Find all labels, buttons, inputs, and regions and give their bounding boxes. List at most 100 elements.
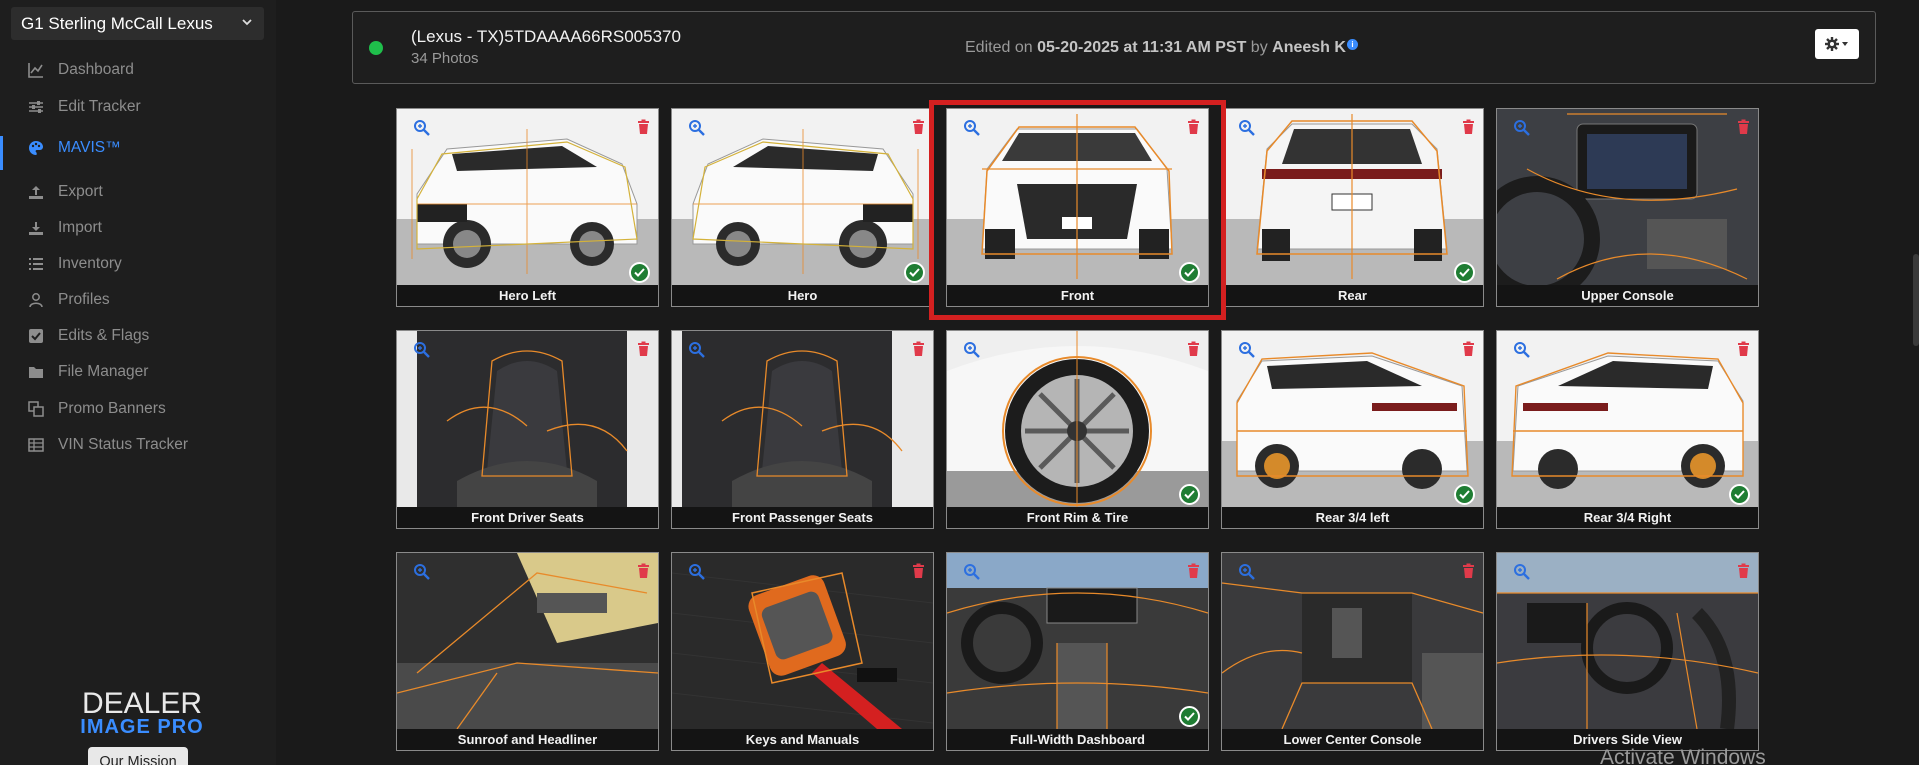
sidebar-item-label: Dashboard [58,61,134,78]
photo-thumbnail[interactable] [672,109,933,285]
photo-tile[interactable]: Sunroof and Headliner [396,552,659,751]
dealer-select-label: G1 Sterling McCall Lexus [21,13,213,33]
photo-tile[interactable]: Lower Center Console [1221,552,1484,751]
scrollbar[interactable] [1913,254,1919,346]
zoom-icon[interactable] [413,119,431,137]
zoom-icon[interactable] [688,563,706,581]
zoom-icon[interactable] [413,563,431,581]
photo-tile[interactable]: Drivers Side View [1496,552,1759,751]
sidebar-item-edit-tracker[interactable]: Edit Tracker [0,91,276,123]
chevron-down-icon [242,19,252,26]
photo-thumbnail[interactable] [672,331,933,507]
photo-tile[interactable]: Front Passenger Seats [671,330,934,529]
selected-tile-highlight [929,100,1226,320]
trash-icon[interactable] [1462,341,1475,356]
photo-label: Hero [672,285,933,306]
photo-thumbnail[interactable] [1222,109,1483,285]
trash-icon[interactable] [1462,563,1475,578]
trash-icon[interactable] [912,119,925,134]
info-icon[interactable]: i [1346,39,1358,50]
photo-tile[interactable]: Front Rim & Tire [946,330,1209,529]
photo-tile[interactable]: Rear 3/4 Right [1496,330,1759,529]
photo-thumbnail[interactable] [1497,331,1758,507]
status-dot [369,41,383,55]
approved-check-icon [1729,484,1750,505]
sidebar-item-import[interactable]: Import [0,212,276,244]
photo-thumbnail[interactable] [1222,331,1483,507]
photo-tile[interactable]: Rear [1221,108,1484,307]
folder-icon [28,364,44,380]
app-root: G1 Sterling McCall Lexus Dashboard Edit … [0,0,1919,765]
zoom-icon[interactable] [1513,119,1531,137]
banners-icon [28,401,44,417]
zoom-icon[interactable] [688,341,706,359]
sidebar-item-label: Import [58,219,102,236]
palette-icon [28,140,44,156]
photo-tile[interactable]: Keys and Manuals [671,552,934,751]
sidebar-item-promo-banners[interactable]: Promo Banners [0,393,276,425]
sidebar-item-label: Inventory [58,255,122,272]
zoom-icon[interactable] [963,563,981,581]
sidebar-item-edits-flags[interactable]: Edits & Flags [0,320,276,352]
sidebar-item-mavis[interactable]: MAVIS™ [0,132,276,170]
zoom-icon[interactable] [1513,341,1531,359]
sidebar-item-label: MAVIS™ [58,139,121,156]
trash-icon[interactable] [1737,563,1750,578]
photo-label: Full-Width Dashboard [947,729,1208,750]
trash-icon[interactable] [637,563,650,578]
photo-thumbnail[interactable] [1497,553,1758,729]
photo-thumbnail[interactable] [947,331,1208,507]
photo-label: Rear 3/4 left [1222,507,1483,528]
trash-icon[interactable] [1187,341,1200,356]
table-icon [28,437,44,453]
trash-icon[interactable] [1737,341,1750,356]
zoom-icon[interactable] [1238,563,1256,581]
photo-tile[interactable]: Front Driver Seats [396,330,659,529]
sidebar-item-profiles[interactable]: Profiles [0,284,276,316]
sidebar-item-export[interactable]: Export [0,176,276,208]
settings-dropdown-button[interactable] [1815,29,1859,59]
photo-label: Front Driver Seats [397,507,658,528]
trash-icon[interactable] [912,341,925,356]
list-icon [28,256,44,272]
sidebar-item-dashboard[interactable]: Dashboard [0,54,276,86]
photo-tile[interactable]: Hero [671,108,934,307]
zoom-icon[interactable] [688,119,706,137]
photo-tile[interactable]: Full-Width Dashboard [946,552,1209,751]
approved-check-icon [629,262,650,283]
our-mission-button[interactable]: Our Mission [88,747,188,765]
edited-by: Aneesh K [1272,39,1346,56]
photo-thumbnail[interactable] [397,109,658,285]
trash-icon[interactable] [1187,563,1200,578]
download-icon [28,220,44,236]
vehicle-header: (Lexus - TX)5TDAAAA66RS005370 34 Photos … [352,11,1876,84]
zoom-icon[interactable] [963,341,981,359]
trash-icon[interactable] [1462,119,1475,134]
photo-thumbnail[interactable] [1222,553,1483,729]
photo-thumbnail[interactable] [672,553,933,729]
photo-tile[interactable]: Rear 3/4 left [1221,330,1484,529]
zoom-icon[interactable] [413,341,431,359]
photo-thumbnail[interactable] [947,553,1208,729]
trash-icon[interactable] [637,119,650,134]
photo-thumbnail[interactable] [397,331,658,507]
zoom-icon[interactable] [1513,563,1531,581]
trash-icon[interactable] [1737,119,1750,134]
zoom-icon[interactable] [1238,341,1256,359]
sidebar-item-vin-status-tracker[interactable]: VIN Status Tracker [0,429,276,461]
approved-check-icon [1179,484,1200,505]
photo-tile[interactable]: Upper Console [1496,108,1759,307]
trash-icon[interactable] [637,341,650,356]
approved-check-icon [1454,484,1475,505]
approved-check-icon [1454,262,1475,283]
sidebar-item-file-manager[interactable]: File Manager [0,356,276,388]
photo-thumbnail[interactable] [397,553,658,729]
trash-icon[interactable] [912,563,925,578]
sidebar-item-inventory[interactable]: Inventory [0,248,276,280]
zoom-icon[interactable] [1238,119,1256,137]
dealer-select[interactable]: G1 Sterling McCall Lexus [11,7,264,40]
photo-label: Keys and Manuals [672,729,933,750]
photo-tile[interactable]: Hero Left [396,108,659,307]
photo-label: Rear 3/4 Right [1497,507,1758,528]
photo-thumbnail[interactable] [1497,109,1758,285]
